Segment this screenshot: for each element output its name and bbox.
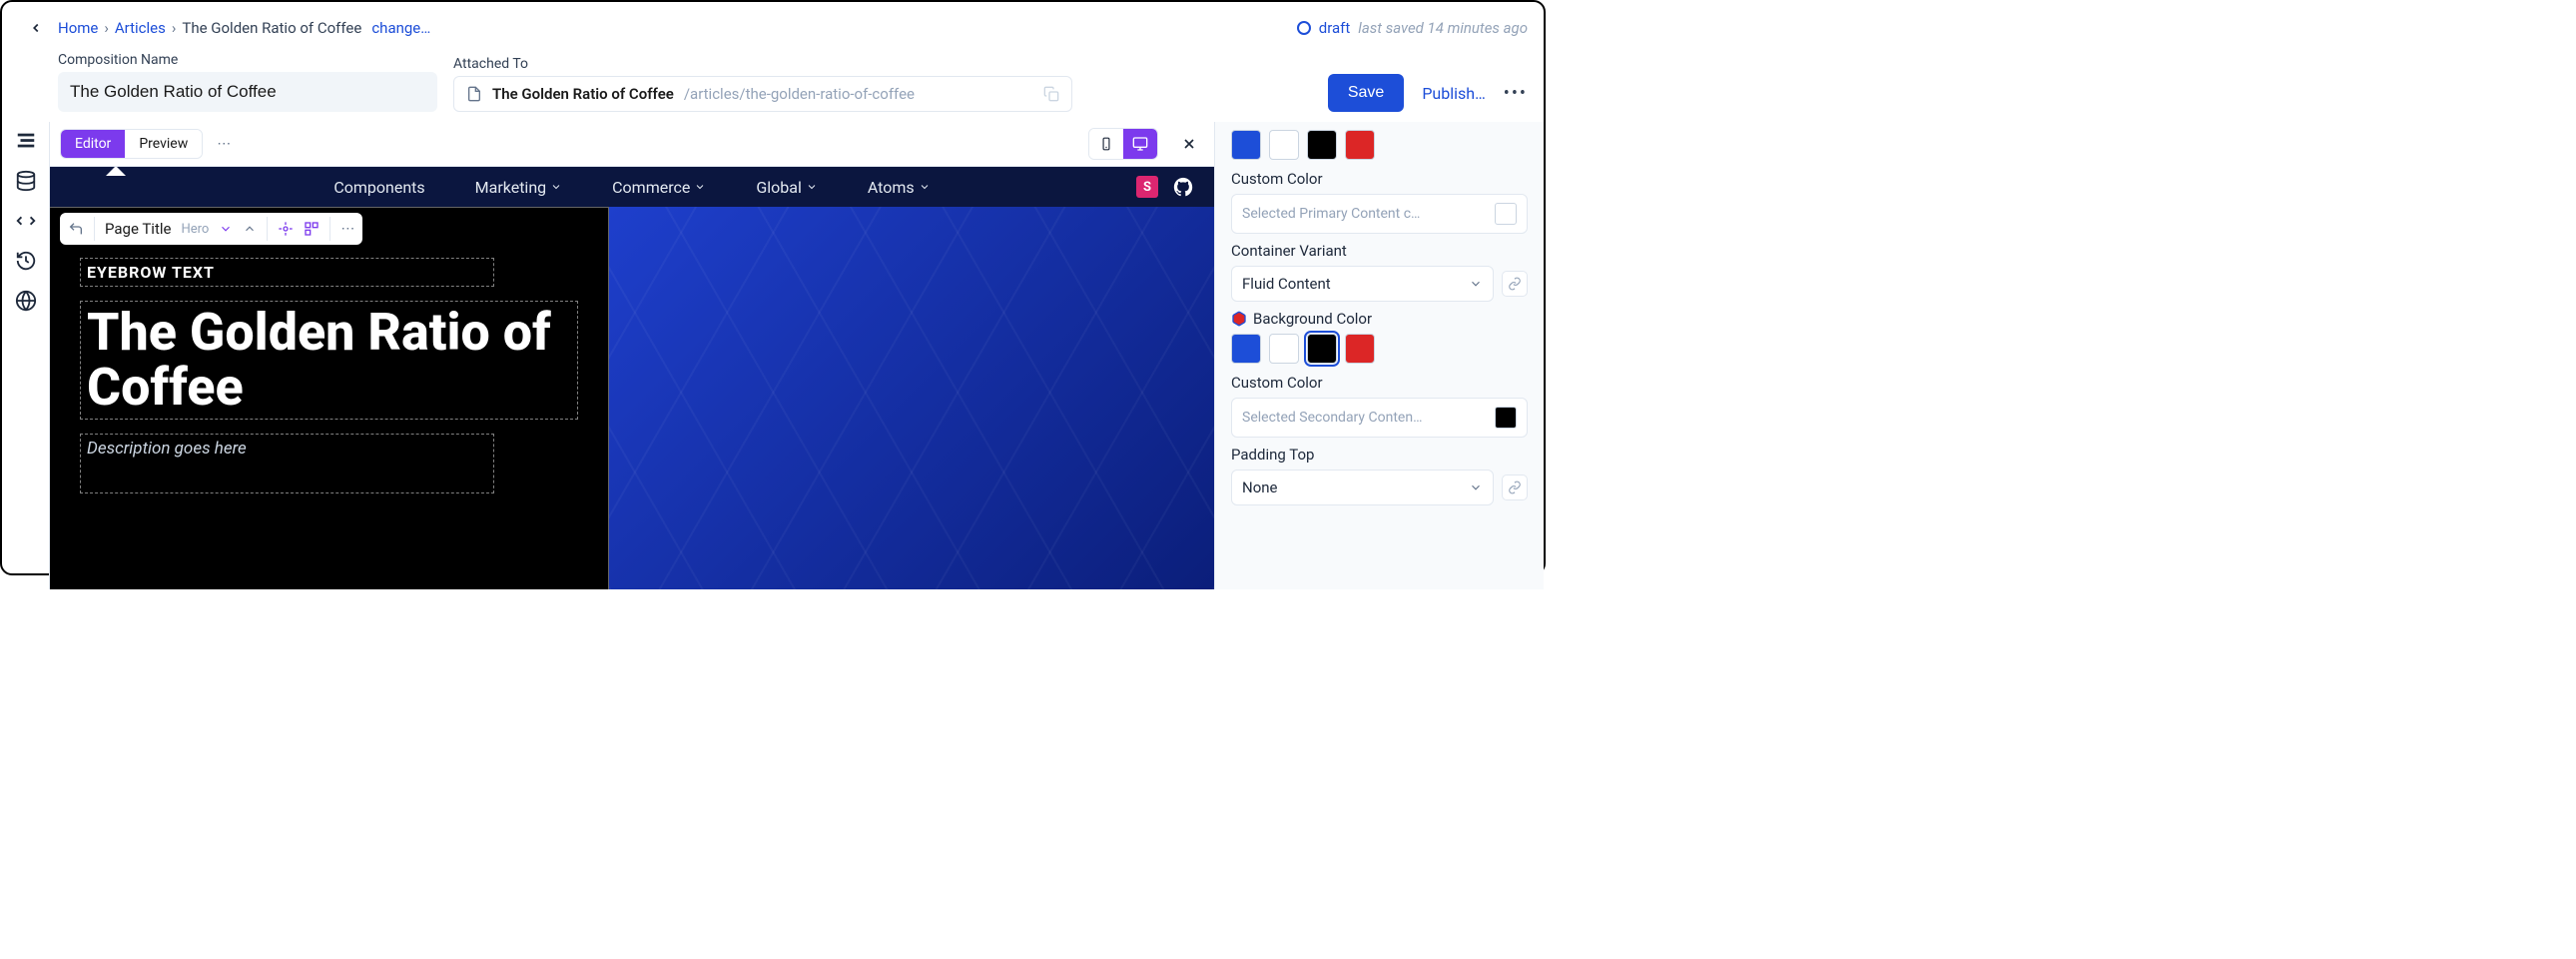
attached-to-label: Attached To (453, 56, 1072, 72)
chevron-down-icon (550, 181, 562, 193)
nav-marketing[interactable]: Marketing (475, 178, 562, 197)
hero-eyebrow: EYEBROW TEXT (87, 263, 215, 282)
preview-tab[interactable]: Preview (125, 130, 202, 158)
selection-notch-icon (106, 167, 126, 176)
color-swatch[interactable] (1345, 334, 1375, 364)
chevron-up-icon[interactable] (243, 222, 257, 236)
more-menu-button[interactable]: ••• (1504, 83, 1528, 104)
background-color-swatches (1231, 334, 1528, 364)
composition-name-label: Composition Name (58, 52, 437, 68)
attached-path: /articles/the-golden-ratio-of-coffee (684, 85, 915, 103)
color-swatch[interactable] (1231, 130, 1261, 160)
storybook-icon[interactable]: S (1136, 176, 1158, 198)
container-variant-select[interactable]: Fluid Content (1231, 266, 1494, 302)
custom-primary-color-input[interactable]: Selected Primary Content c… (1231, 194, 1528, 234)
nav-components[interactable]: Components (333, 178, 424, 197)
attached-title: The Golden Ratio of Coffee (492, 85, 674, 103)
element-more-button[interactable]: ⋯ (340, 221, 354, 237)
link-icon[interactable] (1502, 475, 1528, 500)
last-saved-text: last saved 14 minutes ago (1358, 19, 1528, 37)
document-icon (466, 86, 482, 102)
color-swatch[interactable] (1231, 334, 1261, 364)
chevron-down-icon (694, 181, 706, 193)
site-nav: Components Marketing Commerce Global Ato… (50, 167, 1214, 207)
custom-color-2-label: Custom Color (1231, 374, 1528, 392)
chevron-down-icon (919, 181, 931, 193)
color-swatch[interactable] (1269, 130, 1299, 160)
device-desktop-button[interactable] (1123, 129, 1157, 159)
breadcrumb-home[interactable]: Home (58, 19, 98, 37)
properties-panel: Custom Color Selected Primary Content c…… (1214, 122, 1544, 589)
target-icon[interactable] (278, 221, 294, 237)
chevron-down-icon (806, 181, 818, 193)
custom-color-label: Custom Color (1231, 170, 1528, 188)
selected-element-context: Hero (181, 222, 209, 237)
left-rail (2, 122, 50, 589)
custom-secondary-color-input[interactable]: Selected Secondary Conten… (1231, 398, 1528, 438)
github-icon[interactable] (1172, 176, 1194, 198)
hero-image-area (609, 207, 1214, 589)
color-swatch[interactable] (1307, 130, 1337, 160)
back-button[interactable] (18, 10, 54, 46)
hero-description: Description goes here (87, 439, 487, 459)
hero-title: The Golden Ratio of Coffee (87, 306, 571, 415)
chevron-down-icon (1469, 480, 1483, 494)
save-button[interactable]: Save (1328, 74, 1404, 112)
description-slot[interactable]: Description goes here (80, 434, 494, 493)
title-slot[interactable]: The Golden Ratio of Coffee (80, 301, 578, 420)
globe-icon[interactable] (15, 290, 37, 312)
code-icon[interactable] (15, 210, 37, 232)
publish-button[interactable]: Publish… (1422, 84, 1485, 103)
breadcrumb-articles[interactable]: Articles (115, 19, 166, 37)
status-indicator-icon (1297, 21, 1311, 35)
nav-commerce[interactable]: Commerce (612, 178, 706, 197)
nav-global[interactable]: Global (756, 178, 818, 197)
breadcrumb-current: The Golden Ratio of Coffee (182, 19, 361, 37)
padding-top-label: Padding Top (1231, 446, 1528, 464)
history-icon[interactable] (15, 250, 37, 272)
nav-atoms[interactable]: Atoms (868, 178, 931, 197)
canvas: Components Marketing Commerce Global Ato… (50, 167, 1214, 589)
toolbar-more-button[interactable]: ⋯ (211, 131, 237, 157)
structure-icon[interactable] (15, 130, 37, 152)
container-variant-label: Container Variant (1231, 242, 1528, 260)
element-toolbar: Page Title Hero ⋯ (60, 213, 362, 245)
breadcrumb-change-link[interactable]: change… (371, 19, 430, 37)
data-icon[interactable] (15, 170, 37, 192)
background-color-label: Background Color (1231, 310, 1528, 328)
device-mobile-button[interactable] (1089, 129, 1123, 159)
hero-section: EYEBROW TEXT The Golden Ratio of Coffee … (50, 207, 1214, 589)
status-label: draft (1319, 19, 1351, 37)
eyebrow-slot[interactable]: EYEBROW TEXT (80, 258, 494, 287)
close-button[interactable] (1174, 129, 1204, 159)
device-toggle (1088, 128, 1158, 160)
attached-to-field[interactable]: The Golden Ratio of Coffee /articles/the… (453, 76, 1072, 112)
editor-preview-toggle: Editor Preview (60, 129, 203, 159)
editor-tab[interactable]: Editor (61, 130, 125, 158)
chevron-down-icon (1469, 277, 1483, 291)
selected-element-name: Page Title (105, 220, 171, 238)
color-swatch[interactable] (1345, 130, 1375, 160)
copy-icon[interactable] (1043, 86, 1059, 102)
color-preview-swatch (1495, 203, 1517, 225)
breadcrumb: Home › Articles › The Golden Ratio of Co… (58, 19, 1297, 37)
color-preview-swatch (1495, 407, 1517, 429)
color-swatch[interactable] (1269, 334, 1299, 364)
composition-name-input[interactable] (58, 72, 437, 112)
parent-icon[interactable] (68, 221, 84, 237)
link-icon[interactable] (1502, 271, 1528, 297)
components-icon[interactable] (304, 221, 320, 237)
breadcrumb-sep: › (104, 19, 109, 37)
breadcrumb-sep: › (172, 19, 177, 37)
primary-color-swatches (1231, 130, 1528, 160)
padding-top-select[interactable]: None (1231, 470, 1494, 505)
color-swatch[interactable] (1307, 334, 1337, 364)
chevron-down-icon[interactable] (219, 222, 233, 236)
cube-icon (1231, 311, 1247, 327)
